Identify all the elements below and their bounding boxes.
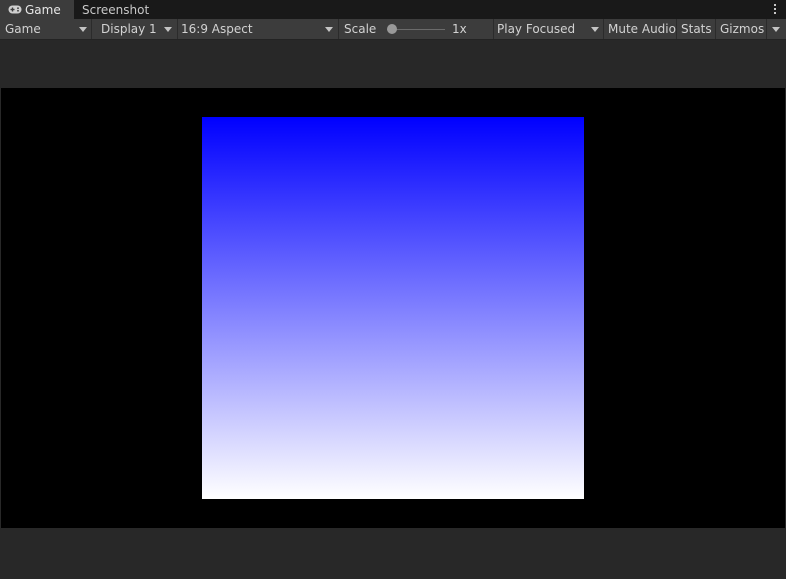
tab-bar: Game Screenshot [0,0,786,19]
chevron-down-icon [591,27,599,32]
tab-screenshot-label: Screenshot [82,3,150,17]
mute-audio-label: Mute Audio [608,22,676,36]
kebab-menu-icon[interactable] [770,2,780,17]
aspect-dropdown[interactable]: 16:9 Aspect [178,19,339,39]
game-window: Game Screenshot Game Display 1 16:9 Aspe… [0,0,786,579]
gamepad-icon [8,0,22,20]
stats-label: Stats [681,22,712,36]
mute-audio-button[interactable]: Mute Audio [604,19,677,39]
view-padding-bottom [0,528,786,579]
game-viewport[interactable] [1,88,785,528]
display-label: Display 1 [101,22,157,36]
stats-button[interactable]: Stats [677,19,716,39]
view-padding-top [0,40,786,88]
gizmos-dropdown[interactable] [767,19,786,39]
aspect-label: 16:9 Aspect [181,22,253,36]
scale-control: Scale 1x [339,19,494,39]
chevron-down-icon [164,27,172,32]
display-dropdown[interactable]: Display 1 [92,19,178,39]
chevron-down-icon [79,27,87,32]
tab-game[interactable]: Game [0,0,74,19]
gizmos-button[interactable]: Gizmos [716,19,767,39]
play-mode-label: Play Focused [497,22,576,36]
game-toolbar: Game Display 1 16:9 Aspect Scale 1x Play… [0,19,786,40]
view-mode-label: Game [5,22,41,36]
tab-screenshot[interactable]: Screenshot [74,0,157,19]
rendered-gradient-quad [202,117,584,499]
scale-value: 1x [452,22,467,36]
play-mode-dropdown[interactable]: Play Focused [494,19,604,39]
chevron-down-icon [325,27,333,32]
tab-game-label: Game [25,3,61,17]
scale-slider-knob[interactable] [387,24,397,34]
gizmos-label: Gizmos [720,22,765,36]
scale-label: Scale [344,22,377,36]
chevron-down-icon [772,27,780,32]
view-mode-dropdown[interactable]: Game [0,19,92,39]
